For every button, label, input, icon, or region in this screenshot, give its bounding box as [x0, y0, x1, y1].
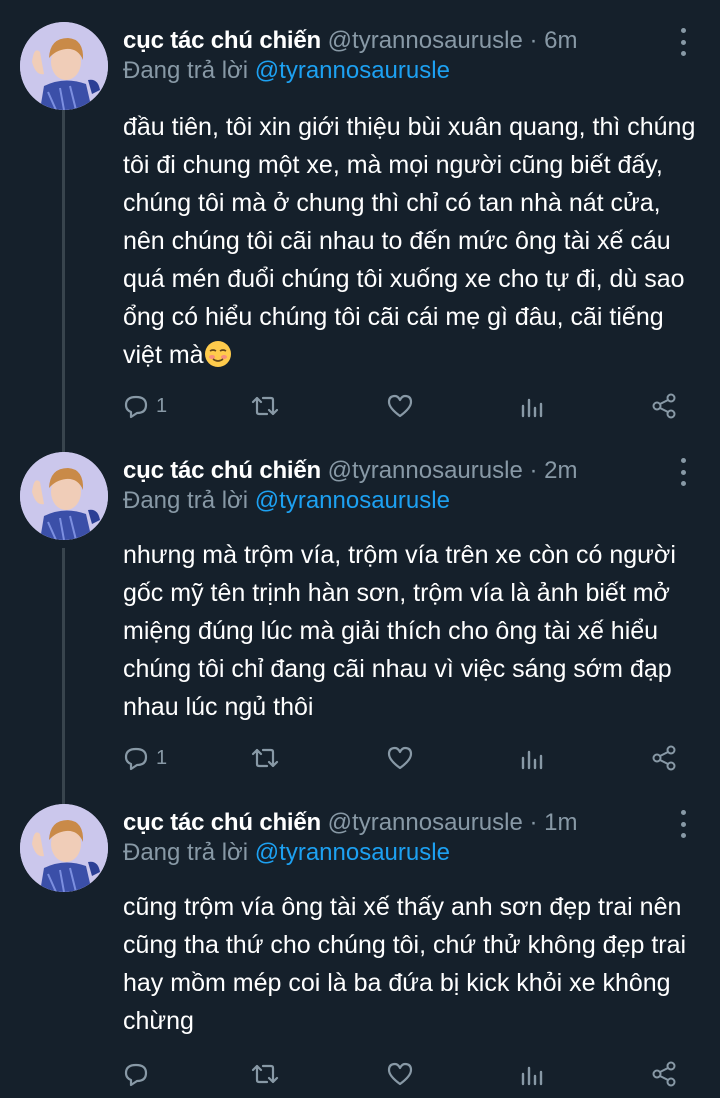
display-name[interactable]: cục tác chú chiến	[123, 27, 321, 54]
tweet-text: cũng trộm vía ông tài xế thấy anh sơn đẹ…	[123, 893, 687, 1035]
like-icon	[387, 394, 413, 418]
like-icon	[387, 746, 413, 770]
like-button[interactable]	[386, 1054, 414, 1094]
avatar[interactable]	[20, 804, 108, 892]
more-options-icon[interactable]	[676, 458, 690, 486]
smiling-face-with-blush-emoji	[204, 340, 232, 368]
tweet-actions: 1	[0, 738, 720, 778]
more-options-icon[interactable]	[676, 28, 690, 56]
reply-icon	[124, 1063, 148, 1087]
reply-button[interactable]: 1	[122, 738, 167, 778]
share-button[interactable]	[650, 738, 678, 778]
tweet-text: đầu tiên, tôi xin giới thiệu bùi xuân qu…	[123, 113, 696, 369]
retweet-icon	[251, 748, 279, 768]
analytics-button[interactable]	[520, 738, 544, 778]
tweet-text: nhưng mà trộm vía, trộm vía trên xe còn …	[123, 541, 676, 721]
handle[interactable]: @tyrannosaurusle	[328, 27, 523, 54]
tweet-actions	[0, 1054, 720, 1094]
separator: ·	[529, 809, 538, 836]
timestamp[interactable]: 1m	[544, 809, 577, 836]
share-button[interactable]	[650, 386, 678, 426]
tweet[interactable]: cục tác chú chiến @tyrannosaurusle · 2m …	[0, 452, 720, 792]
analytics-icon	[521, 1066, 543, 1086]
display-name[interactable]: cục tác chú chiến	[123, 457, 321, 484]
tweet-header: cục tác chú chiến @tyrannosaurusle · 1m	[123, 807, 660, 839]
like-button[interactable]	[386, 738, 414, 778]
timestamp[interactable]: 2m	[544, 457, 577, 484]
handle[interactable]: @tyrannosaurusle	[328, 457, 523, 484]
share-icon	[652, 745, 676, 771]
retweet-button[interactable]	[250, 1054, 280, 1094]
reply-count: 1	[156, 394, 168, 417]
reply-icon	[124, 747, 148, 771]
reply-prefix: Đang trả lời	[123, 57, 249, 84]
like-icon	[387, 1062, 413, 1086]
tweet-header: cục tác chú chiến @tyrannosaurusle · 2m	[123, 455, 660, 487]
tweet[interactable]: cục tác chú chiến @tyrannosaurusle · 6m …	[0, 22, 720, 442]
reply-mention[interactable]: @tyrannosaurusle	[255, 839, 450, 866]
tweet-actions: 1	[0, 386, 720, 426]
analytics-button[interactable]	[520, 386, 544, 426]
retweet-icon	[251, 1064, 279, 1084]
tweet[interactable]: cục tác chú chiến @tyrannosaurusle · 1m …	[0, 804, 720, 1098]
display-name[interactable]: cục tác chú chiến	[123, 809, 321, 836]
share-icon	[652, 393, 676, 419]
analytics-button[interactable]	[520, 1054, 544, 1094]
share-icon	[652, 1061, 676, 1087]
reply-prefix: Đang trả lời	[123, 487, 249, 514]
timestamp[interactable]: 6m	[544, 27, 577, 54]
tweet-header: cục tác chú chiến @tyrannosaurusle · 6m	[123, 25, 660, 57]
reply-icon	[124, 395, 148, 419]
like-button[interactable]	[386, 386, 414, 426]
tweet-text-container: đầu tiên, tôi xin giới thiệu bùi xuân qu…	[123, 108, 698, 374]
share-button[interactable]	[650, 1054, 678, 1094]
analytics-icon	[521, 398, 543, 418]
reply-mention[interactable]: @tyrannosaurusle	[255, 57, 450, 84]
reply-context: Đang trả lời @tyrannosaurusle	[123, 55, 450, 87]
retweet-button[interactable]	[250, 386, 280, 426]
separator: ·	[529, 457, 538, 484]
reply-context: Đang trả lời @tyrannosaurusle	[123, 485, 450, 517]
avatar[interactable]	[20, 22, 108, 110]
reply-context: Đang trả lời @tyrannosaurusle	[123, 837, 450, 869]
handle[interactable]: @tyrannosaurusle	[328, 809, 523, 836]
retweet-button[interactable]	[250, 738, 280, 778]
more-options-icon[interactable]	[676, 810, 690, 838]
analytics-icon	[521, 750, 543, 770]
retweet-icon	[251, 396, 279, 416]
reply-prefix: Đang trả lời	[123, 839, 249, 866]
reply-count: 1	[156, 746, 168, 769]
reply-mention[interactable]: @tyrannosaurusle	[255, 487, 450, 514]
avatar[interactable]	[20, 452, 108, 540]
reply-button[interactable]	[122, 1054, 156, 1094]
reply-button[interactable]: 1	[122, 386, 167, 426]
separator: ·	[529, 27, 538, 54]
